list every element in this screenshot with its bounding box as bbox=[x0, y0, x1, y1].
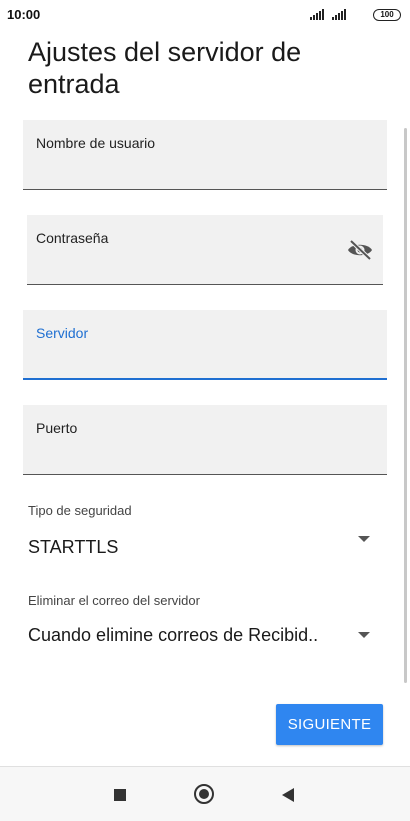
home-icon[interactable] bbox=[194, 784, 214, 804]
password-label: Contraseña bbox=[36, 230, 109, 246]
chevron-down-icon[interactable] bbox=[358, 536, 370, 542]
username-label: Nombre de usuario bbox=[36, 135, 156, 151]
security-type-label: Tipo de seguridad bbox=[28, 503, 132, 518]
next-button[interactable]: SIGUIENTE bbox=[276, 704, 383, 745]
scrollbar[interactable] bbox=[404, 128, 407, 683]
port-label: Puerto bbox=[36, 420, 78, 436]
signal-icon bbox=[310, 9, 324, 20]
delete-mail-label: Eliminar el correo del servidor bbox=[28, 593, 200, 608]
battery-icon: 100 bbox=[373, 9, 401, 21]
signal-icon bbox=[332, 9, 346, 20]
security-type-value[interactable]: STARTTLS bbox=[28, 537, 118, 558]
chevron-down-icon[interactable] bbox=[358, 632, 370, 638]
port-field[interactable]: Puerto bbox=[23, 405, 387, 475]
password-field[interactable]: Contraseña bbox=[27, 215, 383, 285]
delete-mail-value[interactable]: Cuando elimine correos de Recibid.. bbox=[28, 625, 318, 646]
status-bar: 10:00 100 bbox=[0, 0, 410, 30]
server-label: Servidor bbox=[36, 325, 89, 341]
recents-icon[interactable] bbox=[114, 789, 126, 801]
eye-off-icon[interactable] bbox=[347, 239, 373, 261]
page-title: Ajustes del servidor de entrada bbox=[28, 37, 302, 99]
back-icon[interactable] bbox=[282, 788, 294, 802]
username-field[interactable]: Nombre de usuario bbox=[23, 120, 387, 190]
server-field[interactable]: Servidor bbox=[23, 310, 387, 380]
navigation-bar bbox=[0, 766, 410, 821]
status-time: 10:00 bbox=[7, 7, 41, 22]
